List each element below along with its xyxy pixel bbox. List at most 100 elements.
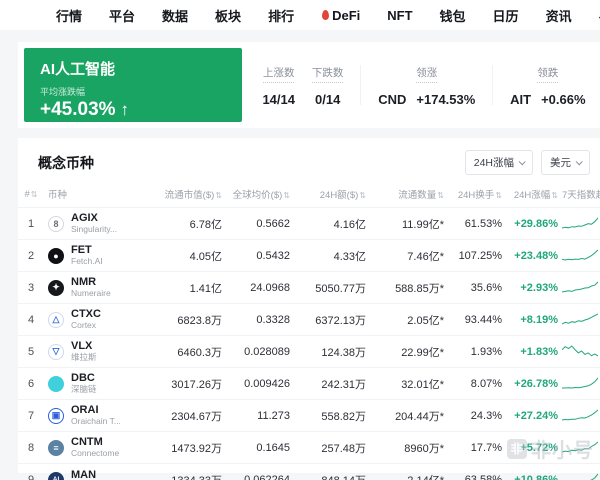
sparkline-7d — [561, 239, 600, 272]
change-24h-cell: +1.83% — [506, 335, 562, 368]
section-title: 概念币种 — [38, 154, 94, 171]
sparkline-7d — [562, 463, 600, 480]
sort-dropdown-label: 24H涨幅 — [473, 157, 514, 169]
laggard-coin[interactable]: AIT — [510, 92, 531, 107]
table-row[interactable]: 4 △ CTXC Cortex 6823.8万 0.3328 6372.13万 … — [18, 303, 600, 336]
coin-cell[interactable]: AI MAN Matrix AI N... — [48, 463, 150, 480]
volume-24h-cell: 4.16亿 — [294, 207, 370, 240]
stat-down-label[interactable]: 下跌数 — [311, 65, 344, 83]
coin-symbol: MAN — [71, 468, 97, 480]
laggard-pct: +0.66% — [541, 92, 586, 107]
coin-name: 深脑链 — [71, 383, 97, 394]
concept-panel[interactable]: AI人工智能 平均涨跌幅 +45.03% ↑ — [24, 48, 242, 122]
table-row[interactable]: 7 ▣ ORAI Oraichain T... 2304.67万 11.273 … — [18, 399, 600, 432]
turnover-cell: 17.7% — [448, 431, 506, 464]
table-row[interactable]: 3 ✦ NMR Numeraire 1.41亿 24.0968 5050.77万… — [18, 271, 600, 304]
supply-cell: 2.14亿* — [370, 463, 448, 480]
stat-up-label[interactable]: 上涨数 — [262, 65, 295, 83]
column-header[interactable]: 全球均价($)⇅ — [226, 183, 294, 208]
sort-icon: ⇅ — [359, 191, 366, 200]
stat-laggard-label[interactable]: 领跌 — [537, 65, 559, 83]
nav-item-日历[interactable]: 日历 — [493, 6, 519, 25]
up-arrow-icon: ↑ — [120, 100, 130, 119]
table-body: 1 8 AGIX Singularity... 6.78亿 0.5662 4.1… — [18, 207, 600, 480]
price-cell: 0.1645 — [226, 431, 294, 464]
rank-cell: 8 — [18, 431, 48, 464]
coin-cell[interactable]: ≡ CNTM Connectome — [48, 431, 150, 464]
table-row[interactable]: 5 ▽ VLX 维拉斯 6460.3万 0.028089 124.38万 22.… — [18, 335, 600, 368]
table-row[interactable]: 6 DBC 深脑链 3017.26万 0.009426 242.31万 32.0… — [18, 367, 600, 400]
sort-icon: ⇅ — [283, 191, 290, 200]
sort-icon: ⇅ — [551, 191, 558, 200]
column-header[interactable]: #⇅ — [18, 183, 48, 208]
concept-name: AI人工智能 — [40, 61, 116, 78]
stat-down-value: 0/14 — [315, 92, 341, 107]
market-cap-cell: 6823.8万 — [150, 303, 226, 336]
price-cell: 11.273 — [226, 399, 294, 432]
sparkline-7d — [561, 271, 600, 304]
table-row[interactable]: 8 ≡ CNTM Connectome 1473.92万 0.1645 257.… — [18, 431, 600, 464]
volume-24h-cell: 6372.13万 — [294, 303, 370, 336]
coins-table: #⇅ 币种 流通市值($)⇅ 全球均价($)⇅ 24H额($)⇅ 流通数量⇅ 2… — [18, 183, 600, 480]
coin-icon: 8 — [48, 215, 64, 232]
table-row[interactable]: 9 AI MAN Matrix AI N... 1334.33万 0.06226… — [18, 463, 600, 480]
nav-item-平台[interactable]: 平台 — [109, 6, 135, 25]
rank-cell: 5 — [18, 335, 48, 368]
coin-icon — [48, 375, 64, 392]
nav-item-板块[interactable]: 板块 — [215, 6, 241, 25]
table-row[interactable]: 2 ● FET Fetch.AI 4.05亿 0.5432 4.33亿 7.46… — [18, 239, 600, 272]
stat-down-count: 下跌数 0/14 — [311, 63, 344, 107]
nav-item-行情[interactable]: 行情 — [56, 6, 82, 25]
coin-cell[interactable]: ● FET Fetch.AI — [48, 239, 150, 272]
sort-icon: ⇅ — [437, 191, 444, 200]
coin-cell[interactable]: ✦ NMR Numeraire — [48, 271, 150, 304]
currency-dropdown-label: 美元 — [550, 157, 571, 169]
nav-item-label: 资讯 — [545, 8, 572, 24]
price-cell: 0.3328 — [226, 303, 294, 336]
coin-cell[interactable]: ▽ VLX 维拉斯 — [48, 335, 150, 368]
coin-cell[interactable]: DBC 深脑链 — [48, 367, 150, 400]
column-header[interactable]: 流通市值($)⇅ — [150, 183, 226, 208]
rank-cell: 4 — [18, 303, 48, 336]
change-24h-cell: +29.86% — [506, 207, 562, 240]
nav-item-NFT[interactable]: NFT — [387, 8, 412, 23]
change-24h-cell: +8.19% — [506, 303, 562, 336]
supply-cell: 8960万* — [370, 431, 448, 464]
nav-item-label: 行情 — [56, 8, 83, 24]
coin-name: Numeraire — [71, 287, 111, 298]
table-row[interactable]: 1 8 AGIX Singularity... 6.78亿 0.5662 4.1… — [18, 207, 600, 240]
coin-icon: ▣ — [48, 407, 64, 424]
nav-item-数据[interactable]: 数据 — [162, 6, 188, 25]
column-header[interactable]: 24H换手⇅ — [448, 183, 506, 208]
volume-24h-cell: 5050.77万 — [294, 271, 370, 304]
coin-name: Fetch.AI — [71, 255, 103, 266]
nav-item-钱包[interactable]: 钱包 — [440, 6, 466, 25]
coin-cell[interactable]: 8 AGIX Singularity... — [48, 207, 150, 240]
coin-cell[interactable]: ▣ ORAI Oraichain T... — [48, 399, 150, 432]
stat-leader-label[interactable]: 领涨 — [416, 65, 438, 83]
leader-coin[interactable]: CND — [378, 92, 406, 107]
market-cap-cell: 3017.26万 — [150, 367, 226, 400]
coin-icon: △ — [48, 311, 64, 328]
column-header[interactable]: 24H额($)⇅ — [294, 183, 370, 208]
nav-item-DeFi[interactable]: DeFi — [321, 8, 360, 23]
turnover-cell: 63.58% — [448, 463, 506, 480]
nav-item-label: NFT — [387, 7, 413, 23]
coin-icon: ✦ — [48, 279, 64, 296]
change-24h-cell: +23.48% — [506, 239, 562, 272]
currency-dropdown[interactable]: 美元 — [541, 150, 590, 175]
volume-24h-cell: 242.31万 — [294, 367, 370, 400]
coin-icon: ● — [48, 247, 64, 264]
sort-dropdown[interactable]: 24H涨幅 — [464, 150, 533, 175]
column-header[interactable]: 流通数量⇅ — [370, 183, 448, 208]
avg-change-value: +45.03% — [40, 99, 116, 120]
supply-cell: 22.99亿* — [370, 335, 448, 368]
price-cell: 0.5432 — [226, 239, 294, 272]
coin-cell[interactable]: △ CTXC Cortex — [48, 303, 150, 336]
nav-item-排行[interactable]: 排行 — [268, 6, 294, 25]
nav-item-资讯[interactable]: 资讯 — [546, 6, 572, 25]
turnover-cell: 107.25% — [448, 239, 506, 272]
turnover-cell: 35.6% — [448, 271, 506, 304]
column-header[interactable]: 24H涨幅⇅ — [506, 183, 562, 208]
price-cell: 0.5662 — [226, 207, 294, 240]
